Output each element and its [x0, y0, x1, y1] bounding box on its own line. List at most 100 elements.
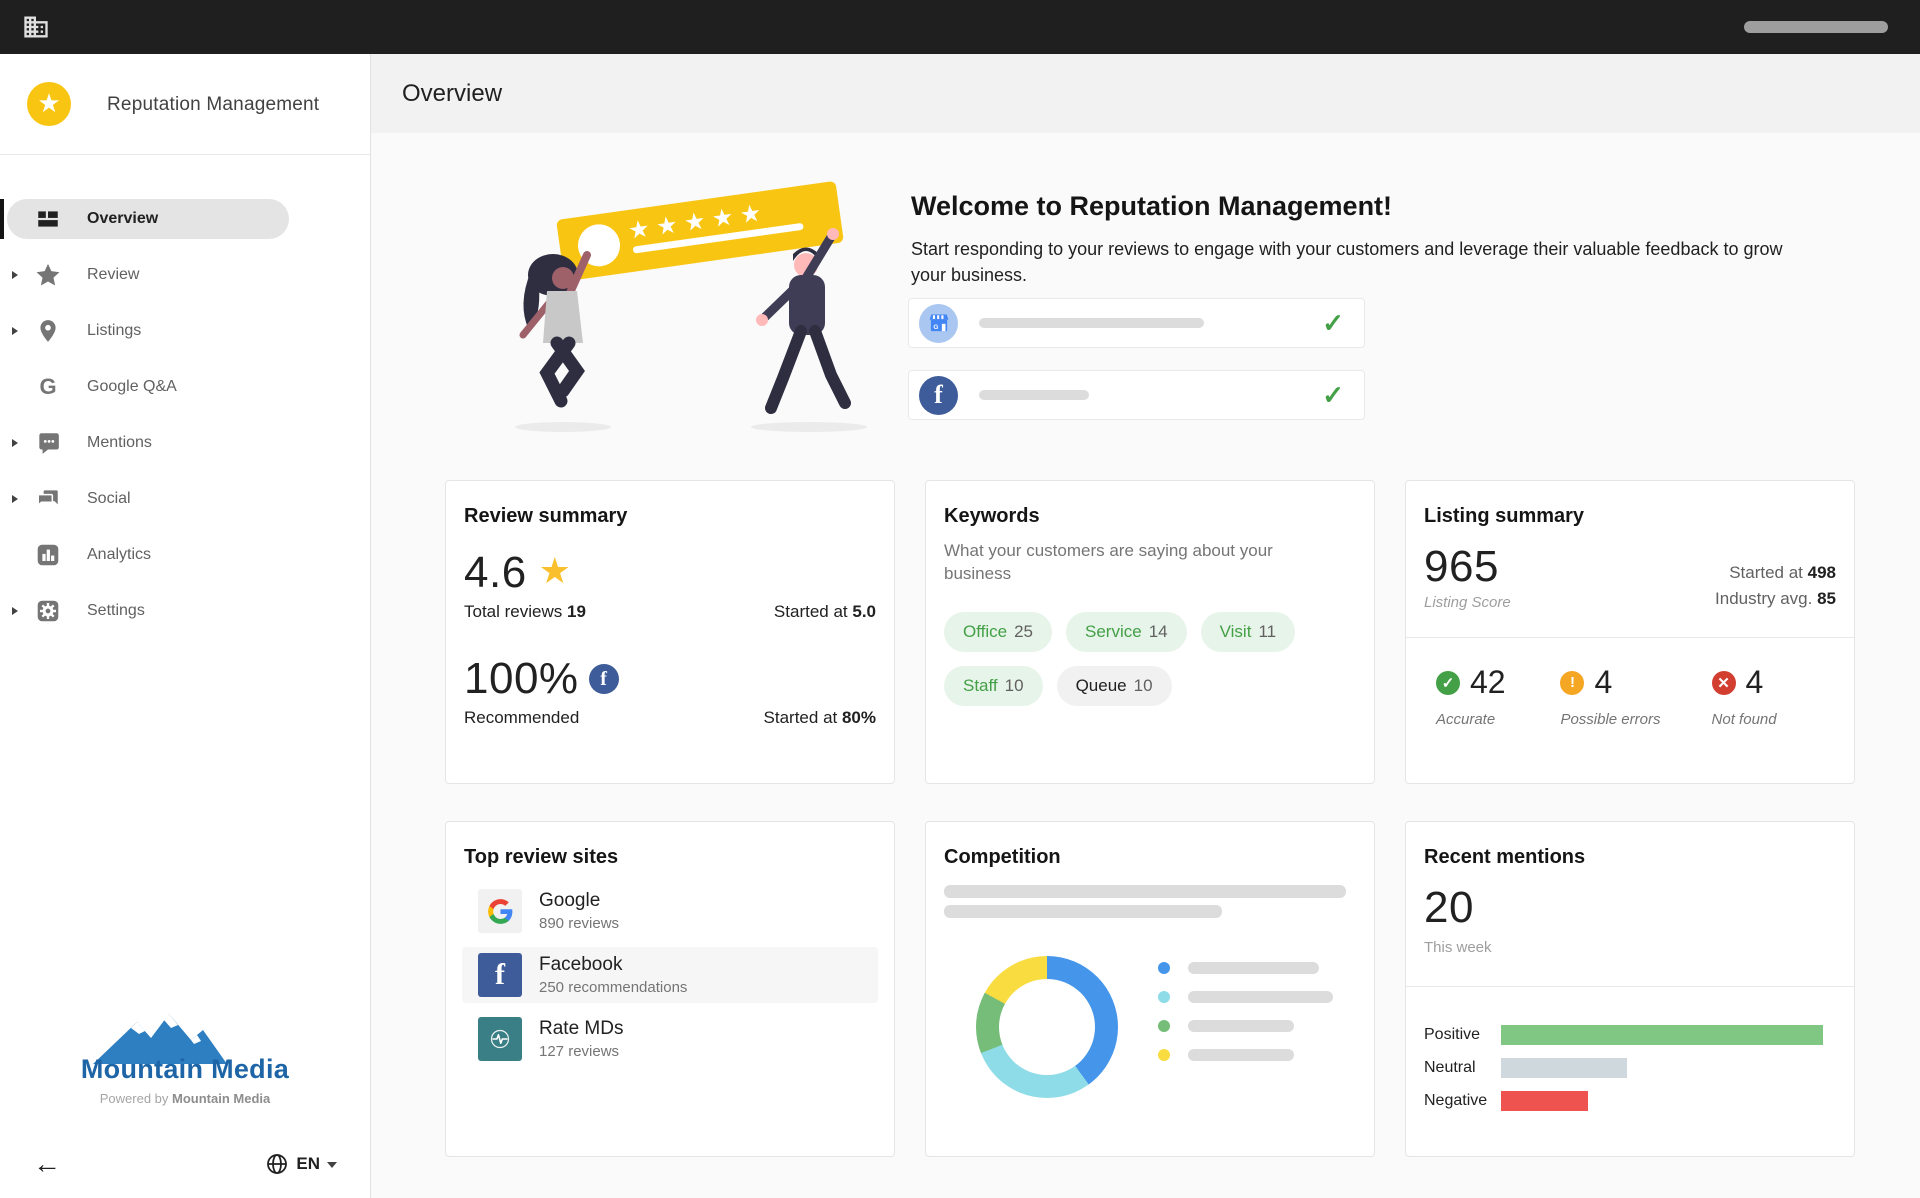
- location-pin-icon: [33, 316, 63, 346]
- legend-label-placeholder: [1188, 1049, 1294, 1061]
- sidebar-item-overview[interactable]: Overview: [7, 199, 289, 239]
- svg-text:G: G: [933, 324, 938, 331]
- negative-bar: [1501, 1091, 1588, 1111]
- text-placeholder: [944, 885, 1346, 898]
- onboarding-step-facebook[interactable]: f ✓: [908, 370, 1365, 420]
- sidebar-item-label: Social: [87, 490, 131, 508]
- page-header: Overview: [371, 54, 1920, 133]
- chevron-right-icon[interactable]: [12, 439, 18, 447]
- powered-by: Powered by Mountain Media: [0, 1091, 370, 1106]
- rating-value: 4.6: [464, 548, 527, 598]
- sidebar: ★ Reputation Management Overview Review …: [0, 54, 371, 1198]
- listing-score-label: Listing Score: [1424, 594, 1511, 611]
- top-bar: [0, 0, 1920, 54]
- sidebar-item-label: Analytics: [87, 546, 151, 564]
- sidebar-item-review[interactable]: Review: [7, 255, 289, 295]
- chat-icon: [33, 484, 63, 514]
- sidebar-item-mentions[interactable]: Mentions: [7, 423, 289, 463]
- dashboard-icon: [33, 204, 63, 234]
- welcome-subtitle: Start responding to your reviews to enga…: [911, 236, 1791, 288]
- sentiment-bars: Positive Neutral Negative: [1406, 987, 1854, 1111]
- review-site-row-ratemds[interactable]: Rate MDs 127 reviews: [462, 1011, 878, 1067]
- bar-chart-icon: [33, 540, 63, 570]
- site-detail: 890 reviews: [539, 915, 619, 932]
- keyword-tag[interactable]: Service14: [1066, 612, 1187, 652]
- review-site-row-google[interactable]: Google 890 reviews: [462, 883, 878, 939]
- recommended-rate: 100% f: [464, 654, 876, 704]
- facebook-logo-icon: f: [478, 953, 522, 997]
- sidebar-item-listings[interactable]: Listings: [7, 311, 289, 351]
- star-logo-icon: ★: [37, 90, 60, 116]
- comment-icon: [33, 428, 63, 458]
- recommended-value: 100%: [464, 654, 579, 704]
- sidebar-item-label: Overview: [87, 210, 158, 228]
- app-title: Reputation Management: [107, 94, 319, 116]
- legend-dot: [1158, 1020, 1170, 1032]
- site-name: Facebook: [539, 954, 687, 976]
- legend-label-placeholder: [1188, 962, 1319, 974]
- sidebar-footer: ← EN: [0, 1150, 370, 1178]
- card-title: Listing summary: [1424, 505, 1836, 528]
- sentiment-row-negative: Negative: [1424, 1091, 1836, 1111]
- review-summary-card: Review summary 4.6 ★ Total reviews 19 St…: [445, 480, 895, 784]
- chevron-right-icon[interactable]: [12, 607, 18, 615]
- mentions-count: 20: [1424, 883, 1836, 933]
- card-title: Recent mentions: [1424, 846, 1836, 869]
- chevron-right-icon[interactable]: [12, 271, 18, 279]
- sidebar-item-google-qa[interactable]: G Google Q&A: [7, 367, 289, 407]
- check-circle-icon: ✓: [1436, 671, 1460, 695]
- legend-dot: [1158, 1049, 1170, 1061]
- page-title: Overview: [402, 80, 502, 108]
- site-name: Rate MDs: [539, 1018, 623, 1040]
- legend-label-placeholder: [1188, 1020, 1294, 1032]
- star-icon: [33, 260, 63, 290]
- mentions-period: This week: [1424, 939, 1836, 956]
- language-selector[interactable]: EN: [265, 1152, 337, 1176]
- chevron-right-icon[interactable]: [12, 495, 18, 503]
- text-placeholder: [944, 905, 1222, 918]
- recommended-label: Recommended: [464, 708, 579, 728]
- keyword-tag[interactable]: Office25: [944, 612, 1052, 652]
- google-business-icon: G: [919, 304, 958, 343]
- competition-card: Competition: [925, 821, 1375, 1157]
- step-text-placeholder: [979, 318, 1204, 328]
- sidebar-item-label: Review: [87, 266, 139, 284]
- keyword-tag[interactable]: Queue10: [1057, 666, 1172, 706]
- chevron-right-icon[interactable]: [12, 327, 18, 335]
- gear-icon: [33, 596, 63, 626]
- competition-legend: [1158, 962, 1333, 1098]
- site-detail: 250 recommendations: [539, 979, 687, 996]
- keyword-tag[interactable]: Staff10: [944, 666, 1043, 706]
- average-rating: 4.6 ★: [464, 548, 876, 598]
- sidebar-item-label: Listings: [87, 322, 141, 340]
- listing-summary-card: Listing summary 965 Listing Score Starte…: [1405, 480, 1855, 784]
- welcome-title: Welcome to Reputation Management!: [911, 191, 1831, 222]
- top-review-sites-card: Top review sites Google 890 reviews f Fa…: [445, 821, 895, 1157]
- celebration-illustration: ★ ★ ★ ★ ★: [501, 175, 901, 440]
- page-content: ★ ★ ★ ★ ★: [371, 133, 1920, 1198]
- sidebar-item-label: Mentions: [87, 434, 152, 452]
- collapse-back-arrow-icon[interactable]: ←: [33, 1150, 61, 1178]
- ratemds-logo-icon: [478, 1017, 522, 1061]
- keyword-tags: Office25 Service14 Visit11 Staff10 Queue…: [944, 612, 1324, 706]
- sidebar-item-settings[interactable]: Settings: [7, 591, 289, 631]
- sidebar-item-social[interactable]: Social: [7, 479, 289, 519]
- step-complete-check-icon: ✓: [1322, 308, 1344, 339]
- onboarding-step-google-business[interactable]: G ✓: [908, 298, 1365, 348]
- card-title: Top review sites: [464, 846, 878, 869]
- google-logo-icon: [478, 889, 522, 933]
- listing-benchmarks: Started at 498 Industry avg. 85: [1715, 560, 1836, 611]
- review-site-row-facebook[interactable]: f Facebook 250 recommendations: [462, 947, 878, 1003]
- recent-mentions-card: Recent mentions 20 This week Positive Ne…: [1405, 821, 1855, 1157]
- total-reviews: Total reviews 19: [464, 602, 586, 622]
- card-title: Keywords: [944, 505, 1356, 528]
- started-at-rating: Started at 5.0: [774, 602, 876, 622]
- language-code: EN: [296, 1154, 320, 1174]
- keyword-tag[interactable]: Visit11: [1201, 612, 1295, 652]
- legend-label-placeholder: [1188, 991, 1333, 1003]
- listing-stat-accurate: ✓42 Accurate: [1436, 664, 1560, 728]
- sidebar-item-analytics[interactable]: Analytics: [7, 535, 289, 575]
- sidebar-nav: Overview Review Listings G Google Q&A: [0, 199, 370, 631]
- partner-brand-logo: Mountain Media Powered by Mountain Media: [0, 1010, 370, 1106]
- organization-building-icon[interactable]: [22, 13, 50, 41]
